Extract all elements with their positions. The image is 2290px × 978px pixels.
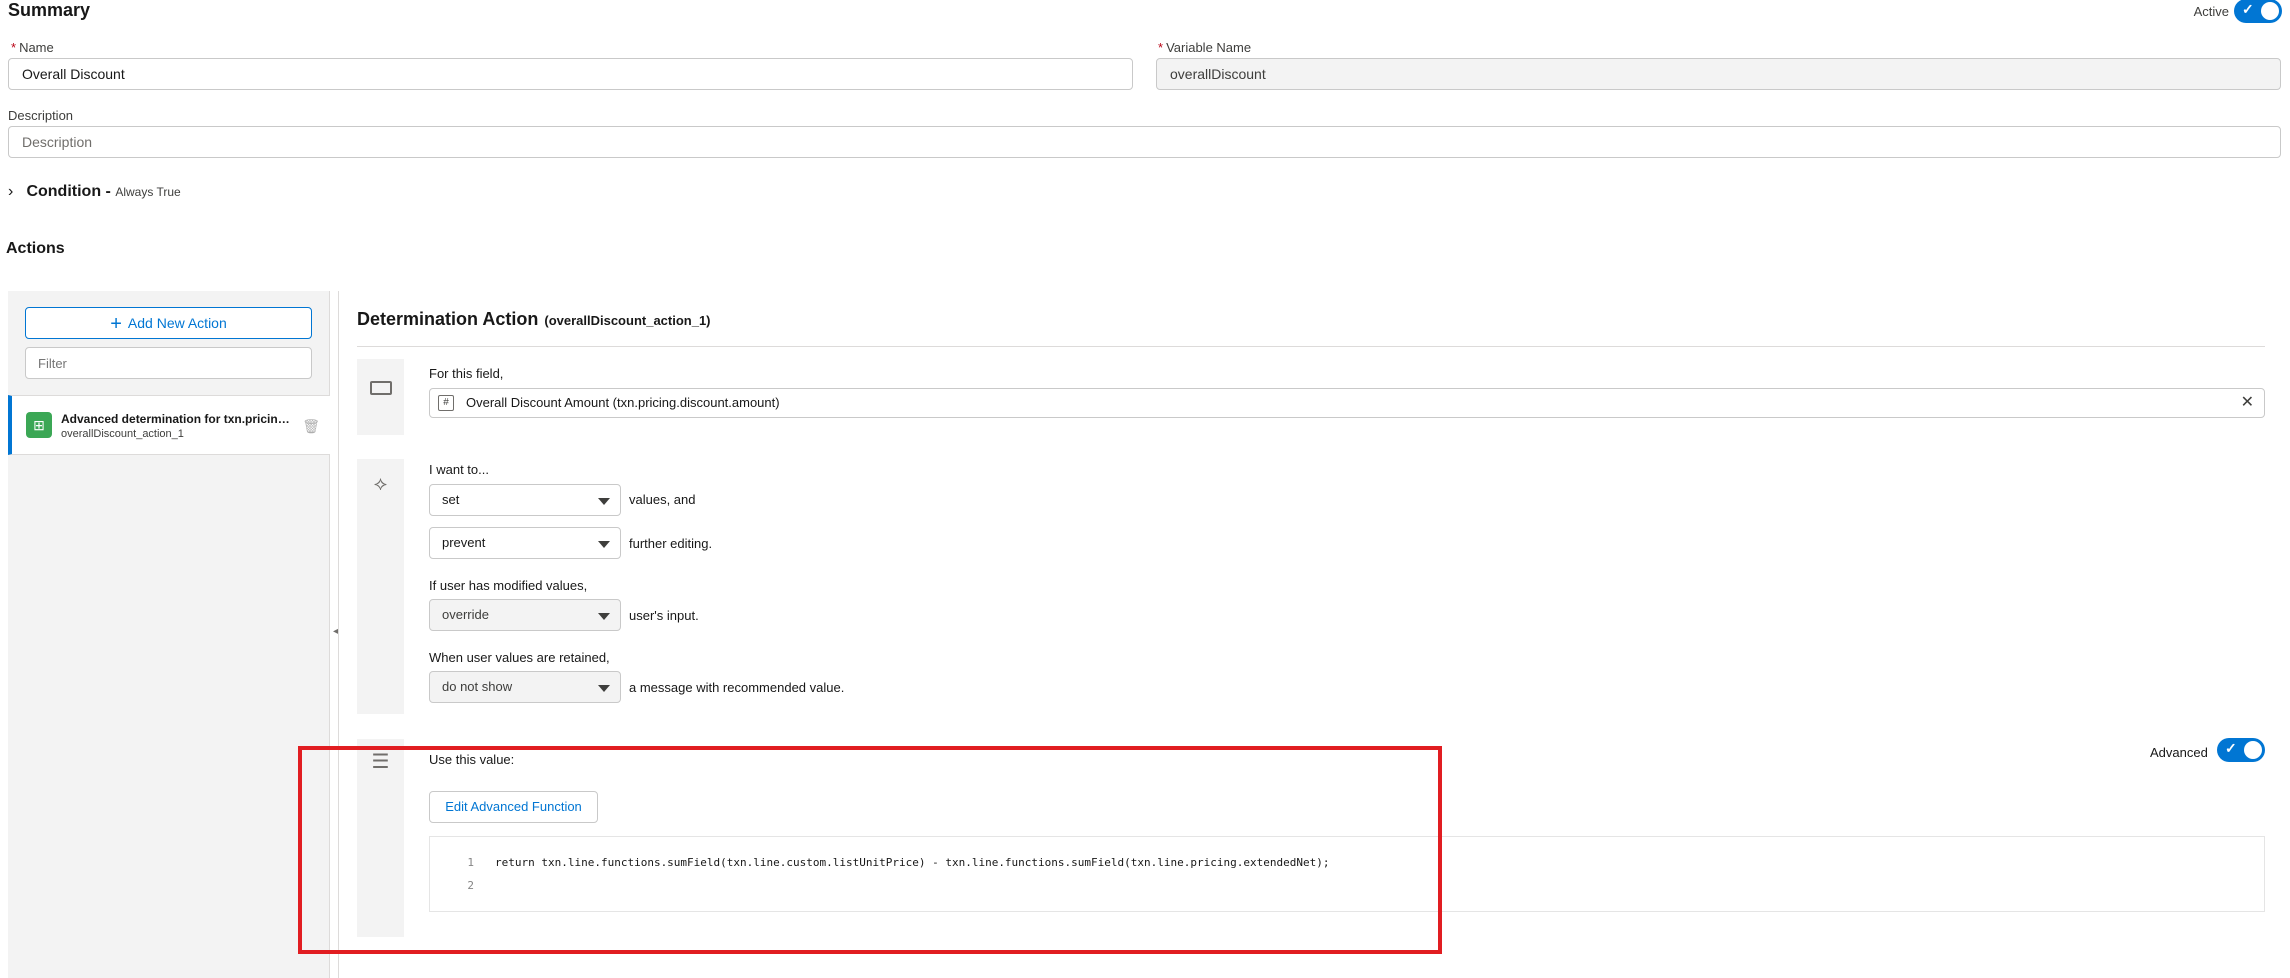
active-label: Active: [2193, 4, 2229, 19]
description-input[interactable]: Description: [8, 126, 2281, 158]
set-after-text: values, and: [629, 492, 696, 507]
hierarchy-icon: ⊞: [26, 412, 52, 438]
prevent-select[interactable]: prevent: [429, 527, 621, 559]
required-mark: *: [1158, 40, 1164, 55]
field-section-icon-box: [357, 359, 404, 435]
caret-down-icon: [598, 541, 610, 548]
close-icon[interactable]: ✕: [2241, 389, 2254, 417]
advanced-toggle[interactable]: ✓: [2217, 738, 2265, 762]
caret-down-icon: [598, 613, 610, 620]
required-mark: *: [11, 40, 17, 55]
field-intro-label: For this field,: [429, 366, 504, 381]
list-item[interactable]: ⊞ Advanced determination for txn.pricing…: [8, 395, 330, 455]
description-label: Description: [8, 108, 74, 123]
set-select-value: set: [442, 492, 460, 507]
check-icon: ✓: [2242, 1, 2254, 17]
toggle-knob: [2261, 2, 2279, 20]
input-field-icon: [369, 380, 392, 395]
field-picker-value: Overall Discount Amount (txn.pricing.dis…: [466, 395, 780, 410]
number-icon: #: [438, 395, 454, 411]
summary-title: Summary: [8, 0, 91, 20]
condition-section[interactable]: › Condition - Always True: [8, 183, 181, 201]
chevron-right-icon[interactable]: ›: [8, 183, 22, 201]
toggle-knob: [2244, 741, 2262, 759]
fork-icon: ⟡: [373, 473, 388, 495]
name-input[interactable]: Overall Discount: [8, 58, 1133, 90]
actions-title: Actions: [6, 240, 65, 257]
determination-title-text: Determination Action: [357, 309, 539, 329]
condition-subtitle: Always True: [115, 185, 181, 199]
add-new-action-button[interactable]: + Add New Action: [25, 307, 312, 339]
divider: [357, 346, 2265, 347]
list-item-title: Advanced determination for txn.pricing.d…: [61, 412, 291, 426]
list-item-subtitle: overallDiscount_action_1: [61, 428, 184, 440]
active-toggle[interactable]: ✓: [2234, 0, 2282, 23]
name-label-text: Name: [19, 40, 54, 55]
condition-title: Condition -: [26, 183, 111, 200]
override-after-text: user's input.: [629, 608, 699, 623]
show-after-text: a message with recommended value.: [629, 680, 845, 695]
modified-label: If user has modified values,: [429, 578, 588, 593]
retained-label: When user values are retained,: [429, 650, 610, 665]
prevent-after-text: further editing.: [629, 536, 713, 551]
check-icon: ✓: [2225, 740, 2237, 756]
field-picker[interactable]: # Overall Discount Amount (txn.pricing.d…: [429, 388, 2265, 418]
collapse-left-icon[interactable]: ◂: [333, 626, 338, 637]
name-label: * Name: [11, 40, 54, 55]
show-select[interactable]: do not show: [429, 671, 621, 703]
show-select-value: do not show: [442, 679, 513, 694]
variable-name-label-text: Variable Name: [1166, 40, 1252, 55]
determination-subtitle: (overallDiscount_action_1): [544, 313, 711, 328]
highlight-box: [298, 746, 1442, 954]
filter-input[interactable]: [25, 347, 312, 379]
plus-icon: +: [110, 313, 122, 335]
prevent-select-value: prevent: [442, 535, 486, 550]
add-new-action-label: Add New Action: [127, 315, 227, 331]
want-label: I want to...: [429, 462, 489, 477]
determination-title: Determination Action (overallDiscount_act…: [357, 309, 711, 330]
variable-name-label: * Variable Name: [1158, 40, 1251, 55]
override-select-value: override: [442, 607, 489, 622]
caret-down-icon: [598, 685, 610, 692]
variable-name-input[interactable]: overallDiscount: [1156, 58, 2281, 90]
override-select[interactable]: override: [429, 599, 621, 631]
advanced-label: Advanced: [2150, 745, 2208, 760]
caret-down-icon: [598, 498, 610, 505]
behavior-section-icon-box: ⟡: [357, 459, 404, 714]
set-select[interactable]: set: [429, 484, 621, 516]
trash-icon[interactable]: 🗑: [302, 418, 320, 435]
